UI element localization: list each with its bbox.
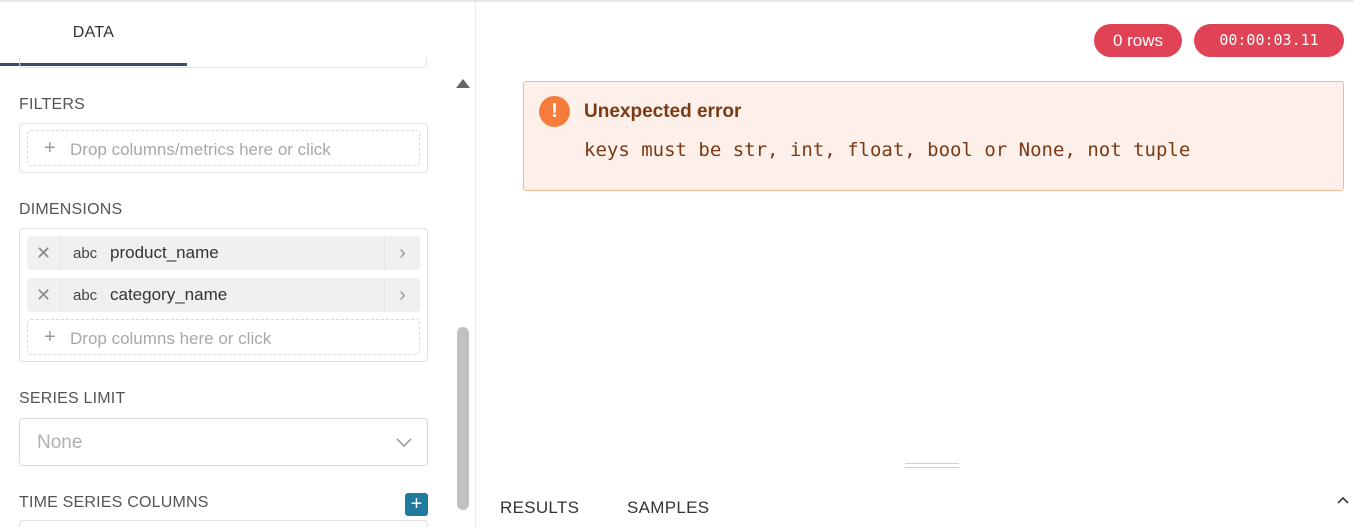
- error-alert: ! Unexpected error keys must be str, int…: [523, 81, 1344, 191]
- panel-tabs: DATA: [0, 2, 475, 66]
- remove-dimension-icon[interactable]: ✕: [27, 236, 61, 270]
- tab-samples[interactable]: SAMPLES: [627, 498, 709, 518]
- chevron-down-icon: [396, 438, 412, 448]
- query-timer-badge: 00:00:03.11: [1194, 24, 1344, 57]
- filters-drop-zone[interactable]: + Drop columns/metrics here or click: [27, 130, 420, 166]
- chart-area: 0 rows 00:00:03.11 ! Unexpected error ke…: [477, 2, 1353, 527]
- plus-icon: +: [410, 493, 423, 515]
- exclamation-icon: !: [539, 96, 570, 127]
- time-series-columns-control: [19, 520, 428, 527]
- dimension-chip-product-name[interactable]: ✕ abc product_name ›: [27, 236, 420, 270]
- add-time-series-column-button[interactable]: +: [405, 493, 428, 516]
- column-type-label: abc: [73, 245, 98, 262]
- plus-icon: +: [44, 326, 56, 348]
- time-series-columns-label: TIME SERIES COLUMNS: [19, 494, 209, 511]
- filters-control: + Drop columns/metrics here or click: [19, 123, 428, 173]
- dimensions-control: ✕ abc product_name › ✕ abc category_name…: [19, 228, 428, 362]
- row-count-badge: 0 rows: [1094, 24, 1182, 57]
- filters-label: FILTERS: [19, 96, 86, 113]
- dimension-name: category_name: [110, 285, 228, 304]
- dimensions-drop-placeholder: Drop columns here or click: [70, 329, 272, 348]
- remove-dimension-icon[interactable]: ✕: [27, 278, 61, 312]
- scrollbar-thumb[interactable]: [457, 327, 469, 510]
- filters-drop-placeholder: Drop columns/metrics here or click: [70, 140, 331, 159]
- dimensions-drop-zone[interactable]: + Drop columns here or click: [27, 319, 420, 355]
- previous-control-box: [19, 58, 427, 68]
- pane-resize-handle[interactable]: [905, 461, 959, 471]
- column-type-label: abc: [73, 287, 98, 304]
- series-limit-select[interactable]: None: [19, 418, 428, 466]
- chevron-up-icon[interactable]: [1335, 492, 1351, 508]
- control-panel: DATA FILTERS + Drop columns/metrics here…: [0, 2, 476, 527]
- dimension-name: product_name: [110, 243, 219, 262]
- chevron-right-icon[interactable]: ›: [384, 278, 420, 312]
- tab-data[interactable]: DATA: [0, 2, 187, 66]
- plus-icon: +: [44, 137, 56, 159]
- error-message: keys must be str, int, float, bool or No…: [584, 139, 1191, 161]
- series-limit-value: None: [37, 432, 83, 453]
- dimension-chip-category-name[interactable]: ✕ abc category_name ›: [27, 278, 420, 312]
- scroll-up-icon[interactable]: [456, 79, 470, 88]
- error-title: Unexpected error: [584, 101, 742, 122]
- dimensions-label: DIMENSIONS: [19, 201, 123, 218]
- chevron-right-icon[interactable]: ›: [384, 236, 420, 270]
- series-limit-label: SERIES LIMIT: [19, 390, 126, 407]
- tab-results[interactable]: RESULTS: [500, 498, 579, 518]
